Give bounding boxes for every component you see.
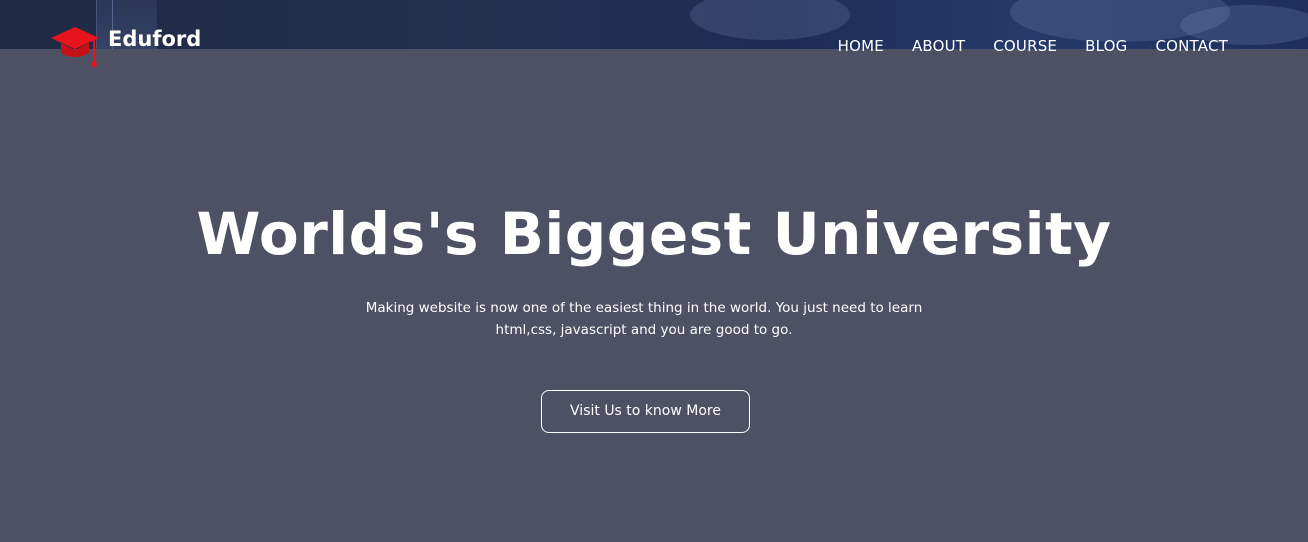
- hero-subtitle: Making website is now one of the easiest…: [365, 300, 923, 338]
- nav-link-about[interactable]: ABOUT: [912, 37, 965, 55]
- nav-link-blog[interactable]: BLOG: [1085, 37, 1127, 55]
- navbar: Eduford HOME ABOUT COURSE BLOG CONTACT: [0, 0, 1308, 90]
- graduation-cap-icon: [51, 27, 99, 67]
- brand-logo[interactable]: Eduford: [50, 24, 201, 70]
- nav-link-contact[interactable]: CONTACT: [1155, 37, 1228, 55]
- nav-link-home[interactable]: HOME: [838, 37, 884, 55]
- visit-us-button[interactable]: Visit Us to know More: [541, 390, 750, 433]
- nav-menu: HOME ABOUT COURSE BLOG CONTACT: [810, 37, 1228, 55]
- brand-name[interactable]: Eduford: [108, 27, 201, 51]
- nav-link-course[interactable]: COURSE: [993, 37, 1057, 55]
- hero-title: Worlds's Biggest University: [196, 200, 1112, 268]
